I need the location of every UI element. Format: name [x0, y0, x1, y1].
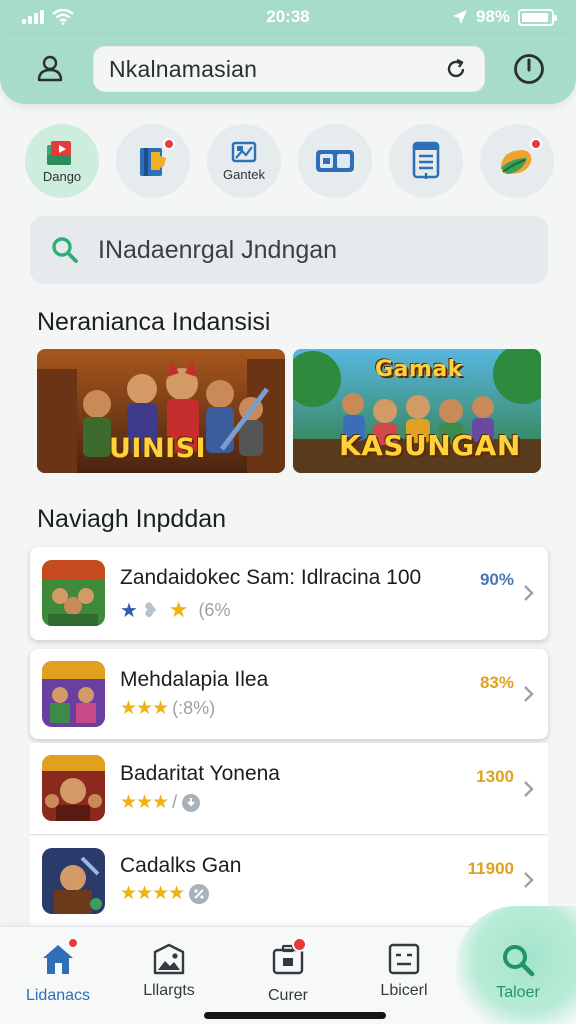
location-arrow-icon	[452, 10, 467, 24]
signal-icon	[22, 10, 44, 24]
status-bar: 20:38 98%	[0, 0, 576, 34]
reload-icon	[447, 58, 465, 78]
reload-button[interactable]	[441, 54, 471, 84]
banner-title: KASUNGAN	[339, 429, 521, 462]
category-label: Dango	[42, 168, 82, 184]
video-folder-icon	[47, 140, 71, 165]
half-star-icon: ❥	[141, 599, 159, 622]
item-rating: ★ ❥ ★ (6%	[120, 597, 230, 623]
star-rating-icon: ★★★★	[120, 883, 185, 904]
list-item[interactable]: Zandaidokec Sam: Idlracina 100 ★ ❥ ★ (6%…	[30, 547, 548, 640]
list-item[interactable]: Mehdalapia Ilea ★★★ (:8%) 83%	[30, 649, 548, 739]
chevron-right-icon	[524, 686, 534, 702]
category-game[interactable]	[480, 124, 554, 198]
search-icon	[52, 237, 78, 263]
rating-text: (:8%)	[172, 698, 216, 718]
browser-header: Nkalnamasian	[0, 34, 576, 104]
battery-icon	[518, 8, 557, 26]
history-button[interactable]	[508, 48, 550, 90]
notification-badge	[530, 138, 542, 150]
nav-label: Lidanacs	[25, 987, 91, 1004]
profile-button[interactable]	[28, 48, 72, 88]
notification-badge	[67, 937, 79, 949]
nav-tab-search[interactable]: Taloer	[468, 942, 568, 1002]
star-rating-icon: ★★★	[120, 698, 169, 719]
percent-badge-icon	[189, 883, 210, 904]
item-value: 83%	[479, 673, 514, 692]
item-value: 90%	[479, 570, 514, 589]
item-title: Badaritat Yonena	[120, 762, 280, 785]
app-thumbnail	[42, 661, 105, 727]
cards-icon	[316, 150, 354, 172]
category-document[interactable]	[389, 124, 463, 198]
item-rating: ★★★ /	[120, 791, 201, 814]
document-list-icon	[412, 141, 440, 179]
banner-title: UINISI	[109, 433, 207, 464]
item-title: Cadalks Gan	[120, 854, 242, 877]
item-title: Zandaidokec Sam: Idlracina 100	[120, 566, 422, 589]
banner-uinisi[interactable]: UINISI	[37, 349, 285, 473]
item-value: 11900	[467, 859, 514, 878]
leaf-game-icon	[501, 150, 532, 174]
star-rating-icon: ★★★	[120, 792, 169, 813]
device-icon	[388, 943, 420, 975]
clock-icon	[514, 54, 544, 84]
address-bar[interactable]: Nkalnamasian	[93, 46, 485, 92]
section-title-featured: Neranianca Indansisi	[37, 308, 271, 336]
section-title-list: Naviagh Inpddan	[37, 505, 227, 533]
category-dango[interactable]: Dango	[25, 124, 99, 198]
rating-text: /	[172, 792, 178, 812]
list-item[interactable]: Badaritat Yonena ★★★ / 1300	[30, 743, 548, 835]
home-indicator[interactable]	[204, 1012, 386, 1019]
nav-label: Lllargts	[143, 982, 195, 999]
category-book[interactable]	[116, 124, 190, 198]
banner-kasungan[interactable]: Gamak KASUNGAN	[293, 349, 541, 473]
user-icon	[37, 55, 63, 82]
category-label: Gantek	[223, 166, 265, 182]
wifi-icon	[52, 9, 74, 25]
category-gantek[interactable]: Gantek	[207, 124, 281, 198]
item-rating: ★★★★	[120, 882, 210, 905]
banner-subtitle: Gamak	[375, 357, 463, 382]
nav-tab-curer[interactable]: Curer	[238, 937, 338, 1005]
battery-percent: 98%	[475, 7, 510, 26]
category-row: Dango Gantek	[25, 124, 555, 198]
item-rating: ★★★ (:8%)	[120, 697, 215, 720]
chevron-right-icon	[524, 781, 534, 797]
app-thumbnail	[42, 560, 105, 626]
nav-label: Lbicerl	[380, 982, 428, 999]
url-text: Nkalnamasian	[109, 55, 258, 82]
nav-tab-images[interactable]: Lllargts	[119, 942, 219, 1000]
search-icon	[503, 945, 535, 977]
nav-label: Taloer	[496, 984, 540, 1001]
star-icon: ★	[120, 599, 138, 622]
notification-badge	[292, 937, 307, 952]
app-thumbnail	[42, 755, 105, 821]
notification-badge	[163, 138, 175, 150]
star-icon: ★	[168, 597, 189, 622]
item-title: Mehdalapia Ilea	[120, 668, 269, 691]
chevron-right-icon	[524, 585, 534, 601]
search-input[interactable]: INadaenrgal Jndngan	[30, 216, 548, 284]
search-text: INadaenrgal Jndngan	[98, 235, 338, 264]
nav-tab-device[interactable]: Lbicerl	[354, 942, 454, 1000]
list-item[interactable]: Cadalks Gan ★★★★ 11900	[30, 836, 548, 926]
nav-label: Curer	[267, 987, 308, 1004]
nav-tab-home[interactable]: Lidanacs	[8, 937, 108, 1005]
rating-text: (6%	[198, 599, 231, 620]
chevron-right-icon	[524, 872, 534, 888]
app-thumbnail	[42, 848, 105, 914]
info-icon	[182, 793, 201, 812]
category-cards[interactable]	[298, 124, 372, 198]
image-icon	[153, 943, 185, 975]
item-value: 1300	[476, 767, 514, 786]
picture-frame-icon	[231, 141, 257, 162]
